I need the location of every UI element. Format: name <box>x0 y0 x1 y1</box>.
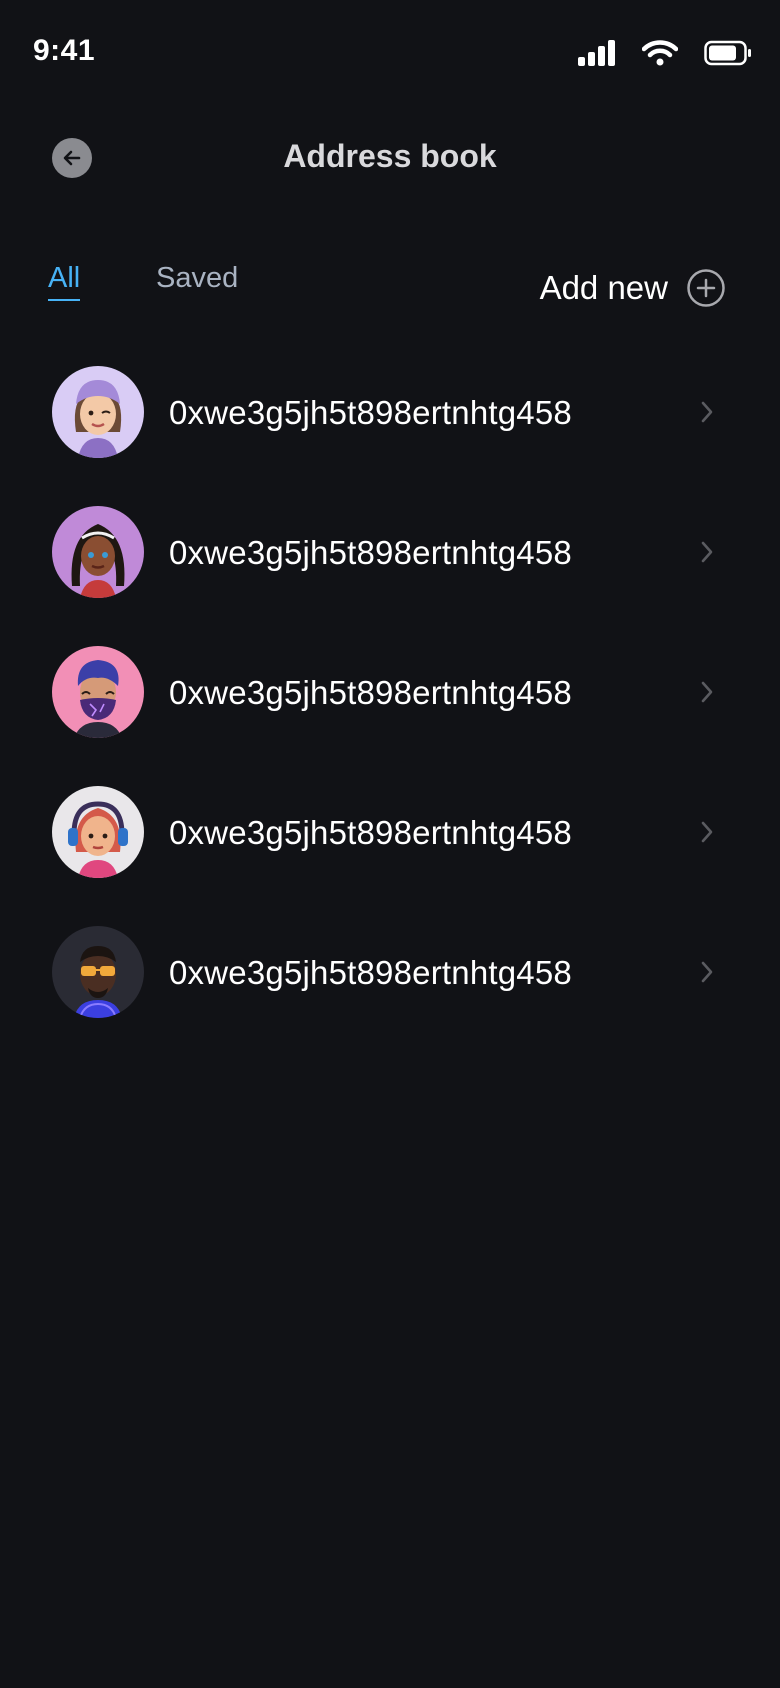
avatar-woman-braids-icon <box>52 506 144 598</box>
battery-icon <box>704 40 751 66</box>
list-item[interactable]: 0xwe3g5jh5t898ertnhtg458 <box>0 506 780 602</box>
chevron-right-icon <box>701 961 713 983</box>
status-bar: 9:41 <box>0 0 780 100</box>
list-item[interactable]: 0xwe3g5jh5t898ertnhtg458 <box>0 646 780 742</box>
chevron-right-icon <box>701 681 713 703</box>
avatar <box>52 926 144 1018</box>
contact-address: 0xwe3g5jh5t898ertnhtg458 <box>169 394 572 431</box>
avatar <box>52 646 144 738</box>
status-icons <box>578 40 752 66</box>
add-new-button[interactable]: Add new <box>540 268 726 308</box>
list-item[interactable]: 0xwe3g5jh5t898ertnhtg458 <box>0 786 780 882</box>
tab-all[interactable]: All <box>48 262 81 301</box>
avatar-woman-purple-beanie-icon <box>52 366 144 458</box>
status-time: 9:41 <box>33 34 96 67</box>
chevron-right-icon <box>701 401 713 423</box>
avatar-woman-headphones-icon <box>52 786 144 878</box>
chevron-right-icon <box>701 541 713 563</box>
avatar <box>52 506 144 598</box>
contact-address: 0xwe3g5jh5t898ertnhtg458 <box>169 674 572 711</box>
avatar-man-purple-mask-icon <box>52 646 144 738</box>
avatar <box>52 366 144 458</box>
list-item[interactable]: 0xwe3g5jh5t898ertnhtg458 <box>0 926 780 1022</box>
tab-saved[interactable]: Saved <box>156 262 238 295</box>
plus-circle-icon <box>687 269 725 307</box>
contact-address: 0xwe3g5jh5t898ertnhtg458 <box>169 954 572 991</box>
contact-address: 0xwe3g5jh5t898ertnhtg458 <box>169 814 572 851</box>
list-item[interactable]: 0xwe3g5jh5t898ertnhtg458 <box>0 366 780 462</box>
page-title: Address book <box>283 138 497 174</box>
contact-address: 0xwe3g5jh5t898ertnhtg458 <box>169 534 572 571</box>
chevron-right-icon <box>701 821 713 843</box>
avatar-man-yellow-glasses-icon <box>52 926 144 1018</box>
avatar <box>52 786 144 878</box>
add-new-label: Add new <box>539 269 668 306</box>
wifi-icon <box>642 40 678 66</box>
cellular-signal-icon <box>578 40 615 66</box>
